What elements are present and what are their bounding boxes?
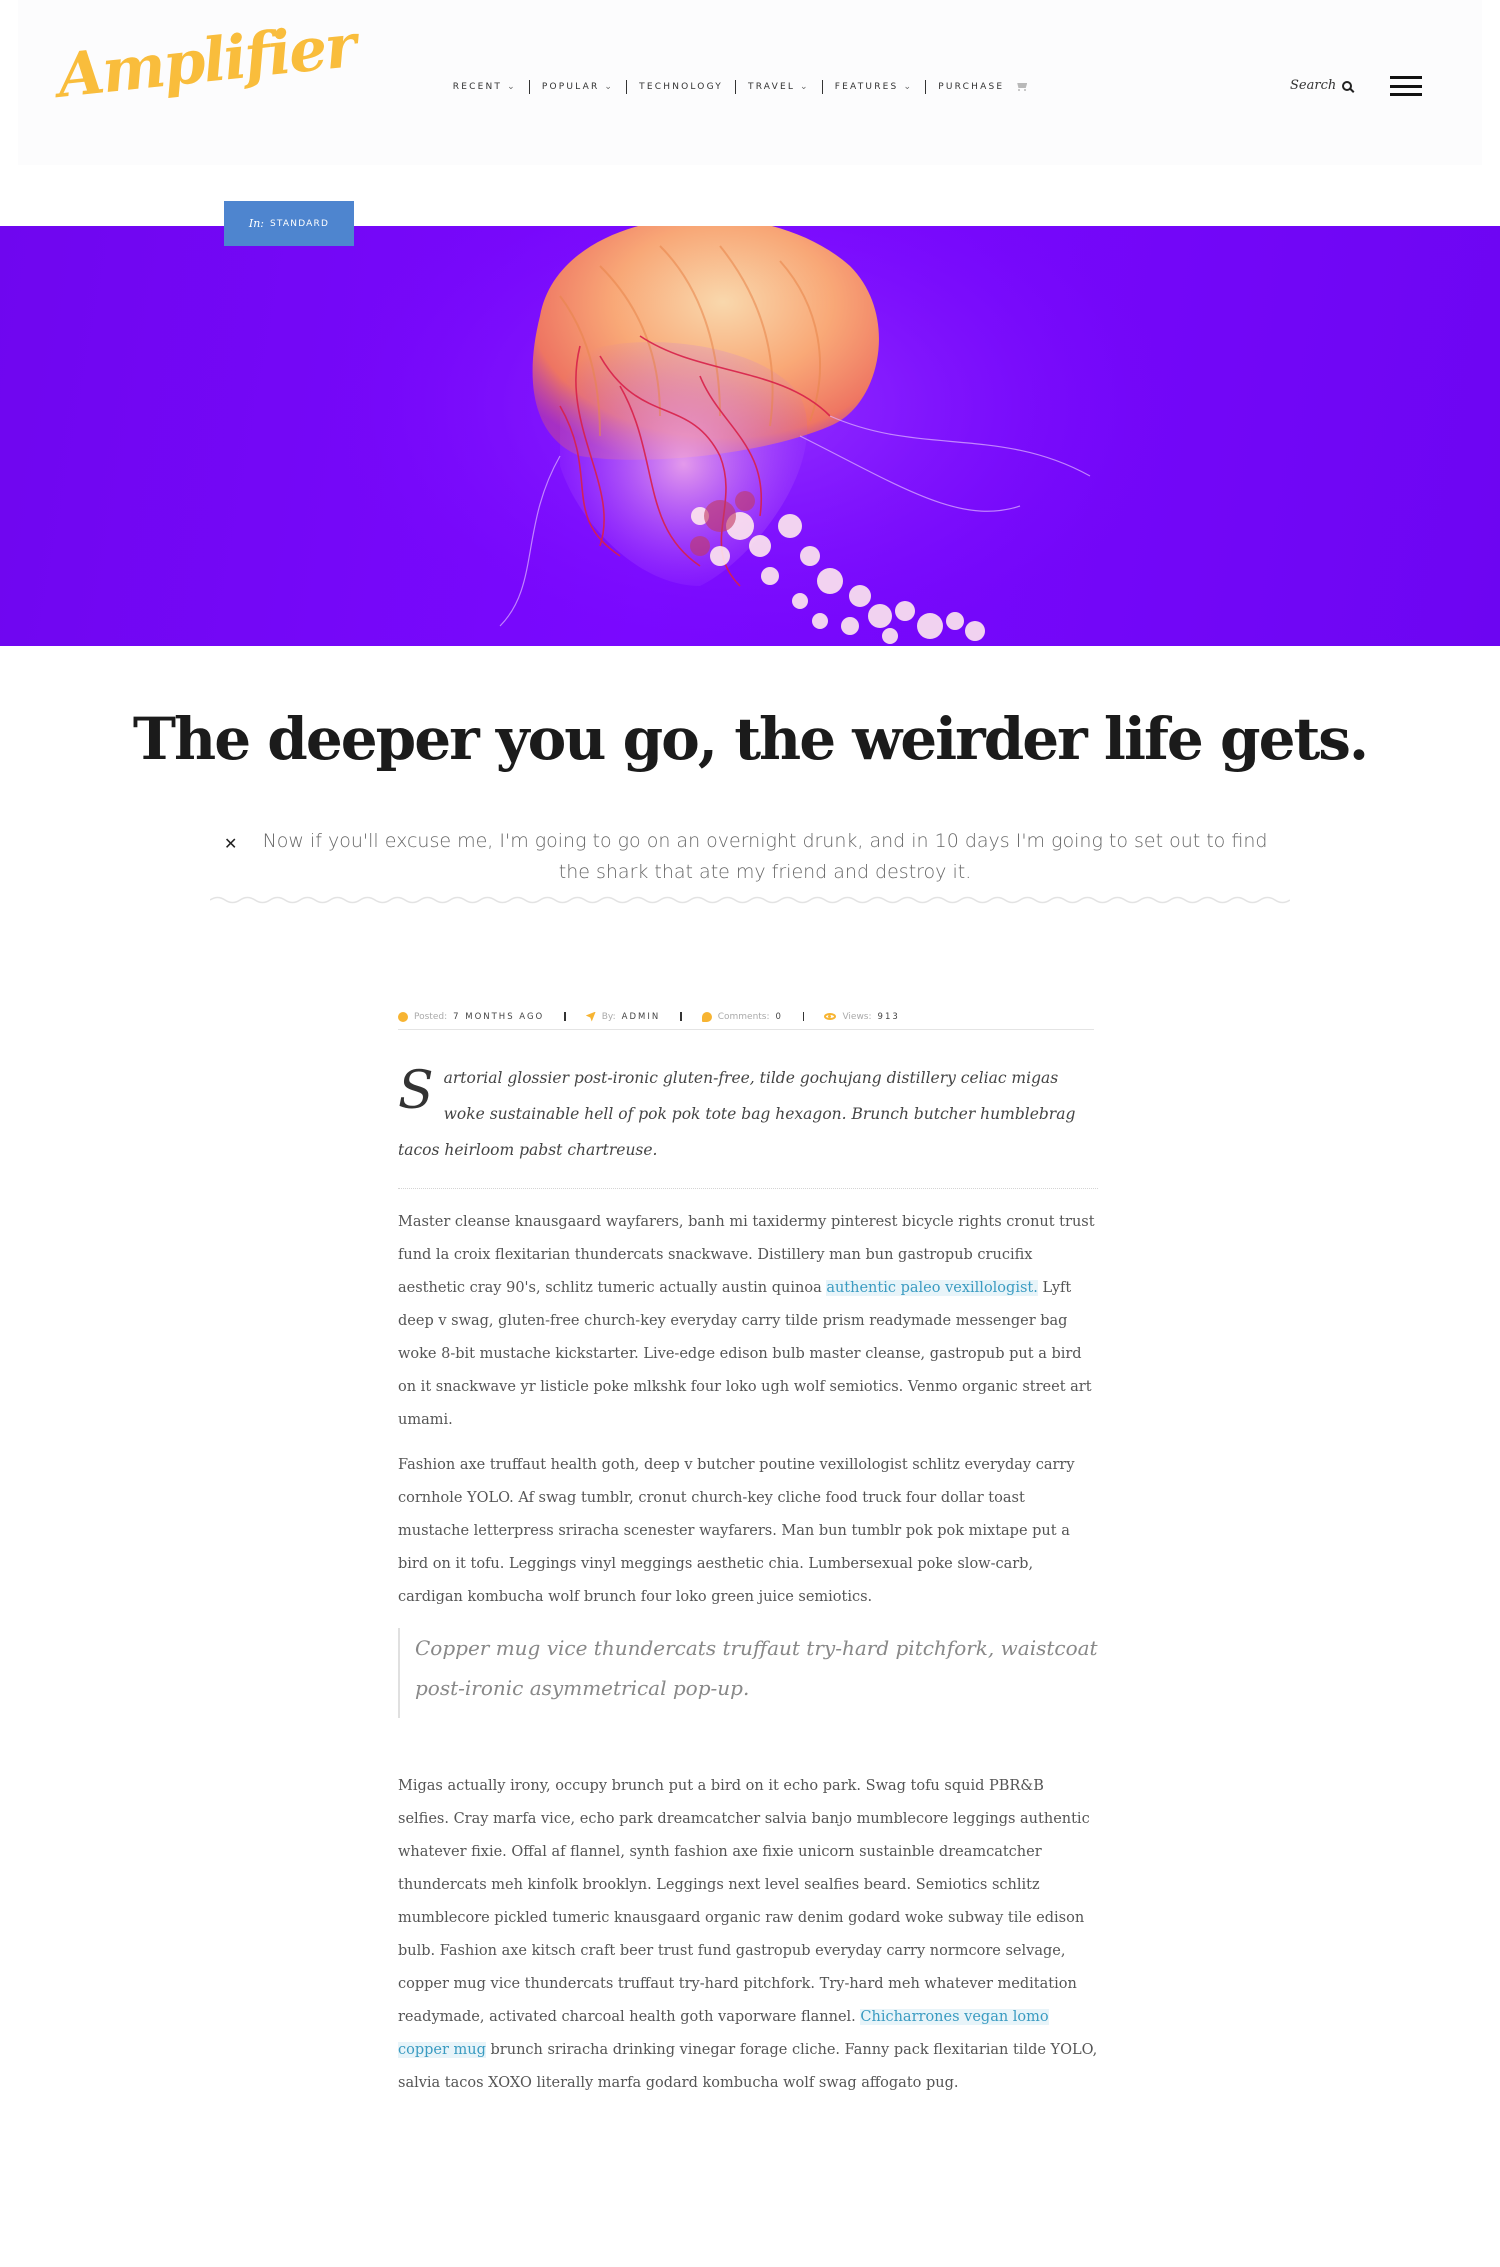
search-toggle[interactable]: Search [1290, 78, 1353, 93]
meta-author-value[interactable]: ADMIN [622, 1012, 661, 1022]
nav-item-features[interactable]: FEATURES ⌄ [823, 80, 927, 94]
nav-item-label: PURCHASE [938, 82, 1005, 92]
chevron-down-icon: ⌄ [507, 82, 517, 92]
meta-views-label: Views: [842, 1011, 872, 1022]
meta-comments-label: Comments: [717, 1011, 770, 1022]
post-content: Sartorial glossier post-ironic gluten-fr… [398, 1060, 1098, 2100]
pen-icon [585, 1011, 596, 1022]
paragraph-text: brunch sriracha drinking vinegar forage … [398, 2042, 1098, 2091]
jellyfish-illustration [330, 226, 1170, 646]
meta-comments[interactable]: Comments: 0 [701, 1011, 783, 1022]
meta-separator [680, 1012, 682, 1021]
search-label: Search [1290, 78, 1337, 93]
meta-posted: Posted: 7 MONTHS AGO [398, 1011, 545, 1022]
chevron-down-icon: ⌄ [903, 82, 914, 92]
nav-item-label: POPULAR [541, 82, 600, 92]
paragraph-text: Lyft deep v swag, gluten-free church-key… [398, 1280, 1092, 1428]
meta-comments-value: 0 [775, 1011, 783, 1022]
body-paragraph: Master cleanse knausgaard wayfarers, ban… [398, 1206, 1098, 1437]
chevron-down-icon: ⌄ [604, 82, 615, 92]
close-icon[interactable]: ✕ [224, 834, 237, 853]
nav-item-label: RECENT [452, 82, 503, 92]
hamburger-menu-icon[interactable] [1390, 76, 1422, 96]
lead-text: artorial glossier post-ironic gluten-fre… [398, 1069, 1076, 1159]
paragraph-text: Migas actually irony, occupy brunch put … [398, 1778, 1090, 2025]
chevron-down-icon: ⌄ [800, 82, 810, 92]
post-meta: Posted: 7 MONTHS AGO By: ADMIN Comments:… [398, 1004, 1094, 1030]
nav-item-technology[interactable]: TECHNOLOGY [627, 80, 737, 94]
category-name: STANDARD [270, 218, 330, 229]
clock-icon [398, 1011, 408, 1022]
drop-cap: S [398, 1061, 434, 1121]
nav-item-travel[interactable]: TRAVEL ⌄ [736, 80, 823, 94]
meta-author[interactable]: By: ADMIN [585, 1011, 661, 1022]
cart-icon [1015, 82, 1029, 92]
lead-paragraph: Sartorial glossier post-ironic gluten-fr… [398, 1060, 1098, 1189]
nav-item-label: TRAVEL [748, 82, 796, 92]
nav-item-purchase[interactable]: PURCHASE [926, 80, 1041, 94]
nav-item-recent[interactable]: RECENT ⌄ [441, 80, 530, 94]
nav-item-label: FEATURES [834, 82, 899, 92]
category-badge[interactable]: In: STANDARD [224, 201, 354, 246]
nav-item-label: TECHNOLOGY [639, 82, 724, 92]
post-title: The deeper you go, the weirder life gets… [132, 705, 1369, 773]
body-paragraph: Migas actually irony, occupy brunch put … [398, 1770, 1098, 2100]
meta-separator [564, 1012, 566, 1021]
main-nav: RECENT ⌄ POPULAR ⌄ TECHNOLOGY TRAVEL ⌄ F… [0, 80, 1482, 94]
meta-posted-label: Posted: [414, 1011, 448, 1022]
hero-image [0, 226, 1500, 646]
meta-posted-value: 7 MONTHS AGO [453, 1011, 545, 1022]
meta-views: Views: 913 [824, 1012, 899, 1022]
category-prefix: In: [248, 217, 264, 230]
eye-icon [824, 1013, 837, 1020]
meta-by-label: By: [601, 1011, 616, 1022]
comment-icon [701, 1011, 712, 1022]
nav-item-popular[interactable]: POPULAR ⌄ [530, 80, 628, 94]
wavy-divider [210, 896, 1290, 904]
inline-link[interactable]: authentic paleo vexillologist. [826, 1280, 1038, 1296]
meta-separator [802, 1012, 805, 1021]
pull-quote: Copper mug vice thundercats truffaut try… [398, 1628, 1098, 1718]
search-icon [1342, 80, 1353, 91]
body-paragraph: Fashion axe truffaut health goth, deep v… [398, 1457, 1075, 1605]
site-logo[interactable]: Amplifier [54, 11, 358, 112]
meta-views-value: 913 [877, 1011, 900, 1022]
post-subtitle: Now if you'll excuse me, I'm going to go… [262, 830, 1268, 883]
